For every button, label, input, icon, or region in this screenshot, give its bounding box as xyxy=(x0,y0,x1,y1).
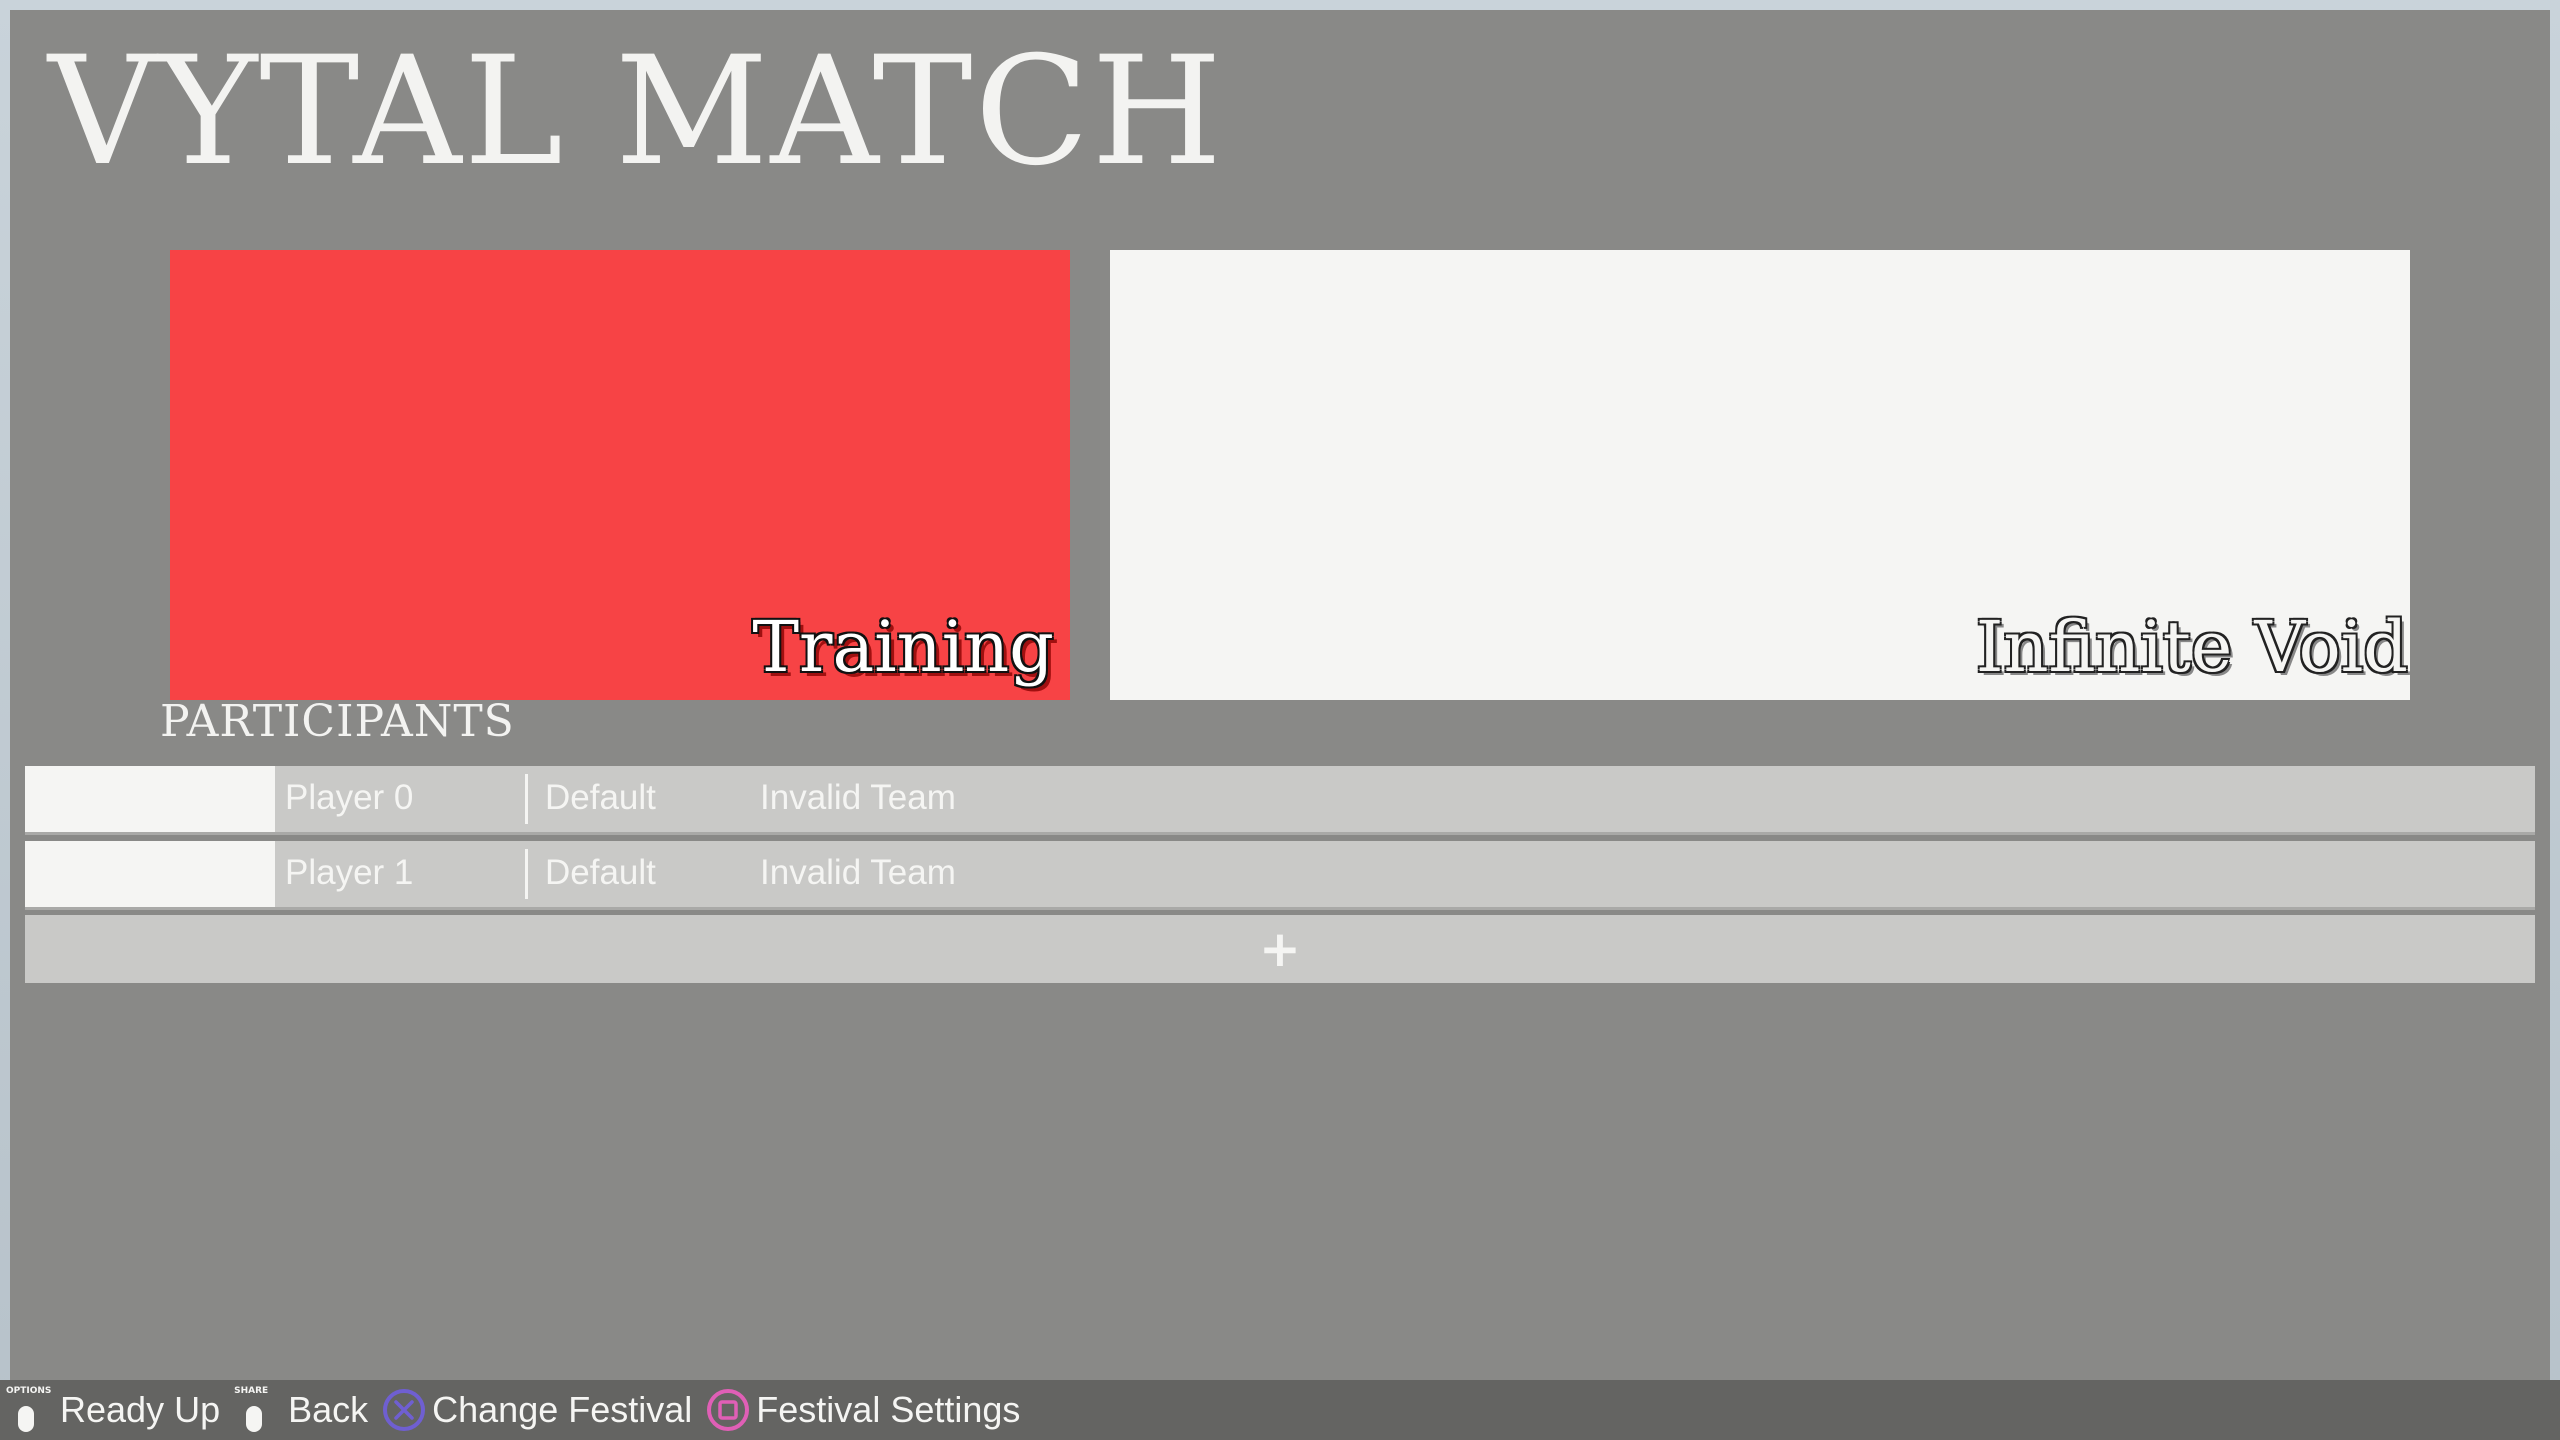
hint-label: Back xyxy=(288,1389,369,1430)
participant-color-swatch xyxy=(25,766,275,832)
participant-name: Player 0 xyxy=(285,778,414,817)
participant-name: Player 1 xyxy=(285,853,414,892)
hint-change-festival: Change Festival xyxy=(382,1388,692,1432)
share-button-caption: SHARE xyxy=(234,1386,269,1396)
stage-card[interactable]: Infinite Void xyxy=(1110,250,2410,700)
participant-costume: Default xyxy=(545,853,656,892)
cross-button-icon xyxy=(383,1389,426,1431)
hint-ready-up: OPTIONS Ready Up xyxy=(6,1386,220,1434)
participant-row[interactable]: Player 1 Default Invalid Team xyxy=(25,841,2535,910)
mode-card[interactable]: Training xyxy=(170,250,1070,700)
options-button-icon: OPTIONS xyxy=(6,1386,52,1434)
hint-label: Ready Up xyxy=(60,1389,221,1430)
options-button-caption: OPTIONS xyxy=(6,1386,52,1396)
plus-icon: + xyxy=(1259,920,1301,978)
square-button-icon xyxy=(707,1389,750,1431)
add-participant-button[interactable]: + xyxy=(25,915,2535,983)
row-divider xyxy=(525,774,528,824)
hint-back: SHARE Back xyxy=(234,1386,368,1434)
participant-color-swatch xyxy=(25,841,275,907)
hint-festival-settings: Festival Settings xyxy=(706,1388,1020,1432)
page-title: VYTAL MATCH xyxy=(48,25,1225,199)
participant-team: Invalid Team xyxy=(760,853,956,892)
mode-card-label: Training xyxy=(752,606,1054,688)
hint-label: Change Festival xyxy=(432,1389,693,1430)
share-button-icon: SHARE xyxy=(234,1386,278,1434)
participants-heading: PARTICIPANTS xyxy=(160,696,515,747)
stage-card-label: Infinite Void xyxy=(1975,606,2408,688)
participant-team: Invalid Team xyxy=(760,778,956,817)
hint-label: Festival Settings xyxy=(756,1389,1021,1430)
button-hint-bar: OPTIONS Ready Up SHARE Back Change Festi… xyxy=(0,1380,2560,1440)
participant-row[interactable]: Player 0 Default Invalid Team xyxy=(25,766,2535,835)
participant-costume: Default xyxy=(545,778,656,817)
row-divider xyxy=(525,849,528,899)
